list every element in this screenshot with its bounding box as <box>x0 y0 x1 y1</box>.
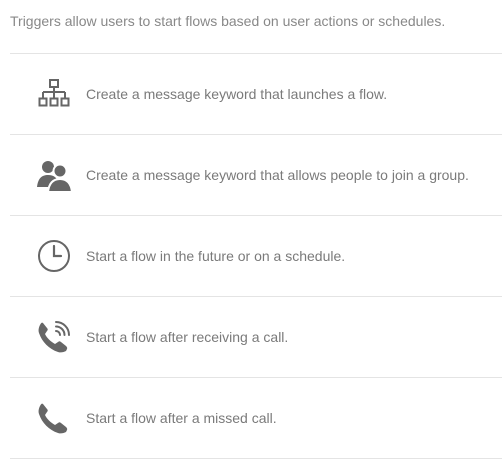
incoming-call-icon <box>36 319 72 355</box>
intro-text: Triggers allow users to start flows base… <box>10 13 446 29</box>
group-join-icon <box>36 157 72 193</box>
clock-icon <box>36 238 72 274</box>
trigger-label: Start a flow in the future or on a sched… <box>86 248 346 264</box>
trigger-incoming-call[interactable]: Start a flow after receiving a call. <box>10 296 502 377</box>
triggers-page: Triggers allow users to start flows base… <box>0 0 502 474</box>
trigger-list: Create a message keyword that launches a… <box>10 53 502 459</box>
trigger-keyword-group[interactable]: Create a message keyword that allows peo… <box>10 134 502 215</box>
trigger-label: Start a flow after receiving a call. <box>86 329 289 345</box>
trigger-label: Create a message keyword that allows peo… <box>86 167 469 183</box>
flow-tree-icon <box>36 76 72 112</box>
trigger-missed-call[interactable]: Start a flow after a missed call. <box>10 377 502 459</box>
trigger-schedule[interactable]: Start a flow in the future or on a sched… <box>10 215 502 296</box>
trigger-label: Create a message keyword that launches a… <box>86 86 388 102</box>
missed-call-icon <box>36 400 72 436</box>
trigger-label: Start a flow after a missed call. <box>86 410 277 426</box>
trigger-keyword-flow[interactable]: Create a message keyword that launches a… <box>10 53 502 134</box>
